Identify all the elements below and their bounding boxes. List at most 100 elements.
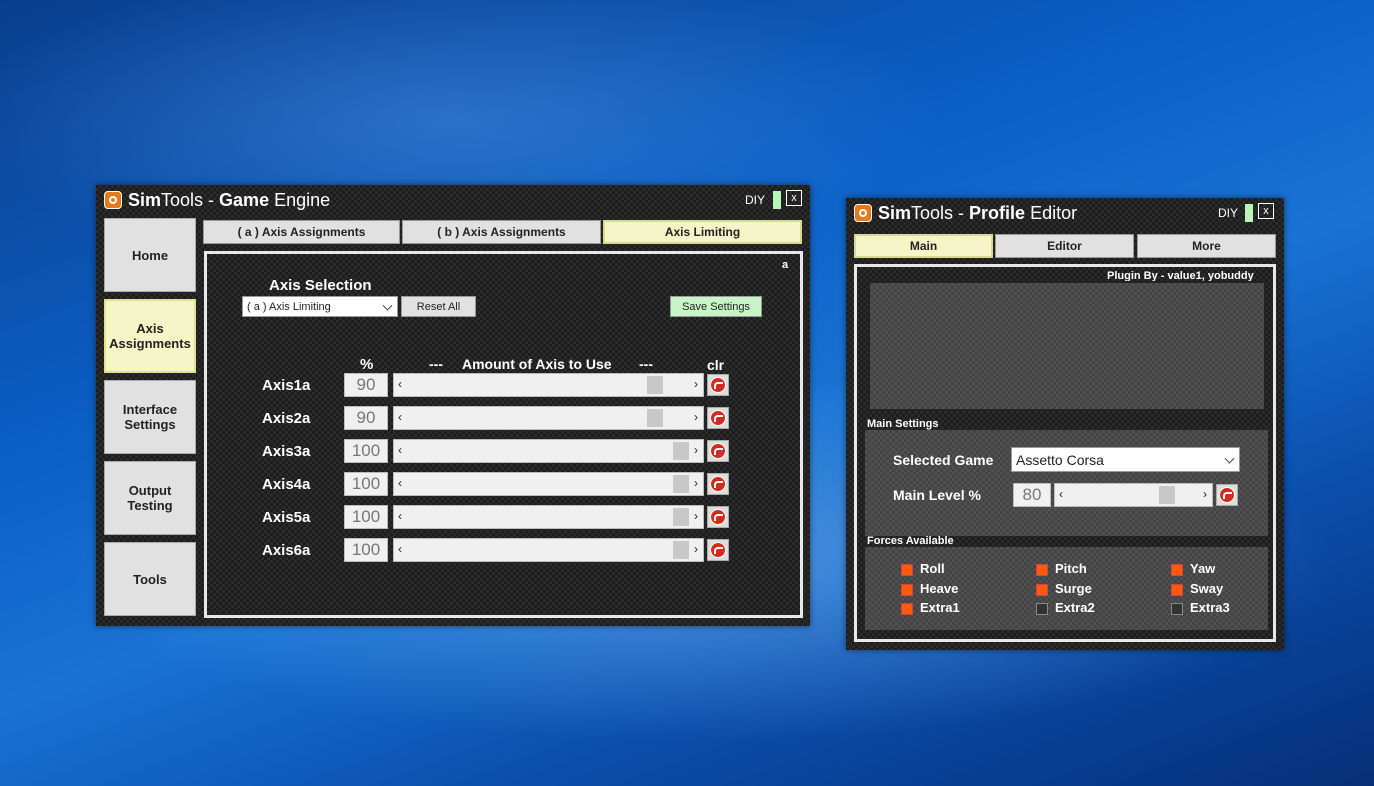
sidebar-item-interface-settings[interactable]: Interface Settings [104, 380, 196, 454]
axis-amount-slider[interactable]: ‹ › [393, 406, 704, 430]
dash-left: --- [429, 356, 443, 372]
profile-editor-window: SimTools - Profile Editor DIY x Main Edit… [846, 198, 1284, 650]
slider-left-arrow-icon[interactable]: ‹ [398, 443, 402, 457]
slider-right-arrow-icon[interactable]: › [1203, 487, 1207, 501]
sidebar-item-axis-assignments[interactable]: Axis Assignments [104, 299, 196, 373]
slider-thumb[interactable] [1159, 486, 1176, 504]
main-level-label: Main Level % [893, 487, 981, 503]
axis-amount-slider[interactable]: ‹ › [393, 505, 704, 529]
force-checkbox[interactable] [1171, 603, 1183, 615]
axis-name: Axis5a [262, 509, 311, 526]
axis-clear-button[interactable] [707, 440, 729, 462]
axis-percent-value[interactable]: 100 [344, 472, 388, 496]
clr-header: clr [707, 357, 725, 373]
main-level-value[interactable]: 80 [1013, 483, 1051, 507]
force-checkbox[interactable] [1036, 603, 1048, 615]
slider-right-arrow-icon[interactable]: › [694, 410, 698, 424]
save-settings-button[interactable]: Save Settings [670, 296, 762, 317]
slider-left-arrow-icon[interactable]: ‹ [398, 377, 402, 391]
tab-main[interactable]: Main [854, 234, 993, 258]
main-level-slider[interactable]: ‹ › [1054, 483, 1213, 507]
chevron-down-icon [1224, 453, 1235, 464]
axis-percent-value[interactable]: 100 [344, 505, 388, 529]
force-checkbox[interactable] [901, 603, 913, 615]
force-checkbox[interactable] [1171, 584, 1183, 596]
slider-thumb[interactable] [646, 409, 663, 427]
slider-left-arrow-icon[interactable]: ‹ [1059, 487, 1063, 501]
simtools-logo-icon [104, 191, 122, 209]
axis-clear-button[interactable] [707, 506, 729, 528]
force-checkbox[interactable] [1036, 584, 1048, 596]
slider-thumb[interactable] [673, 442, 689, 460]
slider-left-arrow-icon[interactable]: ‹ [398, 509, 402, 523]
tab-b-axis-assignments[interactable]: ( b ) Axis Assignments [402, 220, 601, 244]
force-checkbox[interactable] [901, 564, 913, 576]
slider-thumb[interactable] [673, 541, 689, 559]
force-label: Yaw [1190, 561, 1216, 576]
slider-thumb[interactable] [673, 508, 689, 526]
diy-label: DIY [1218, 206, 1239, 220]
force-checkbox[interactable] [1171, 564, 1183, 576]
axis-selection-value: ( a ) Axis Limiting [247, 300, 331, 313]
axis-name: Axis6a [262, 542, 311, 559]
slider-left-arrow-icon[interactable]: ‹ [398, 542, 402, 556]
axis-clear-button[interactable] [707, 473, 729, 495]
simtools-logo-icon [854, 204, 872, 222]
slider-right-arrow-icon[interactable]: › [694, 476, 698, 490]
slider-left-arrow-icon[interactable]: ‹ [398, 476, 402, 490]
axis-amount-slider[interactable]: ‹ › [393, 472, 704, 496]
selected-game-value: Assetto Corsa [1016, 451, 1104, 468]
axis-amount-slider[interactable]: ‹ › [393, 538, 704, 562]
axis-name: Axis4a [262, 476, 311, 493]
force-label: Heave [920, 581, 959, 596]
chevron-down-icon [382, 300, 393, 311]
tab-more[interactable]: More [1137, 234, 1276, 258]
axis-clear-button[interactable] [707, 539, 729, 561]
undo-icon [710, 443, 726, 459]
axis-limiting-panel: a Axis Selection ( a ) Axis Limiting Res… [204, 251, 803, 618]
force-label: Roll [920, 561, 945, 576]
profile-editor-titlebar[interactable]: SimTools - Profile Editor DIY x [846, 198, 1284, 228]
slider-right-arrow-icon[interactable]: › [694, 509, 698, 523]
close-button[interactable]: x [1258, 203, 1274, 219]
diy-label: DIY [745, 193, 766, 207]
axis-name: Axis3a [262, 443, 311, 460]
axis-amount-slider[interactable]: ‹ › [393, 373, 704, 397]
slider-right-arrow-icon[interactable]: › [694, 377, 698, 391]
axis-clear-button[interactable] [707, 374, 729, 396]
sidebar-item-tools[interactable]: Tools [104, 542, 196, 616]
slider-left-arrow-icon[interactable]: ‹ [398, 410, 402, 424]
sidebar-item-output-testing[interactable]: Output Testing [104, 461, 196, 535]
tab-editor[interactable]: Editor [995, 234, 1134, 258]
percent-header: % [360, 356, 374, 373]
axis-percent-value[interactable]: 100 [344, 439, 388, 463]
slider-thumb[interactable] [673, 475, 689, 493]
slider-thumb[interactable] [646, 376, 663, 394]
slider-right-arrow-icon[interactable]: › [694, 443, 698, 457]
close-button[interactable]: x [786, 190, 802, 206]
amount-header: Amount of Axis to Use [462, 356, 612, 372]
slider-right-arrow-icon[interactable]: › [694, 542, 698, 556]
axis-percent-value[interactable]: 90 [344, 406, 388, 430]
axis-amount-slider[interactable]: ‹ › [393, 439, 704, 463]
main-level-reset-button[interactable] [1216, 484, 1238, 506]
tab-axis-limiting[interactable]: Axis Limiting [603, 220, 802, 244]
force-checkbox[interactable] [1036, 564, 1048, 576]
undo-icon [710, 542, 726, 558]
sidebar-item-home[interactable]: Home [104, 218, 196, 292]
axis-clear-button[interactable] [707, 407, 729, 429]
forces-available-label: Forces Available [867, 535, 954, 547]
axis-percent-value[interactable]: 100 [344, 538, 388, 562]
reset-all-button[interactable]: Reset All [401, 296, 476, 317]
force-label: Sway [1190, 581, 1224, 596]
selected-game-dropdown[interactable]: Assetto Corsa [1011, 447, 1240, 472]
axis-selection-dropdown[interactable]: ( a ) Axis Limiting [242, 296, 398, 317]
dash-right: --- [639, 356, 653, 372]
axis-percent-value[interactable]: 90 [344, 373, 388, 397]
undo-icon [710, 410, 726, 426]
tab-a-axis-assignments[interactable]: ( a ) Axis Assignments [203, 220, 400, 244]
diy-indicator [773, 191, 781, 209]
force-checkbox[interactable] [901, 584, 913, 596]
force-label: Extra1 [920, 600, 960, 615]
game-engine-titlebar[interactable]: SimTools - Game Engine DIY x [96, 185, 810, 215]
